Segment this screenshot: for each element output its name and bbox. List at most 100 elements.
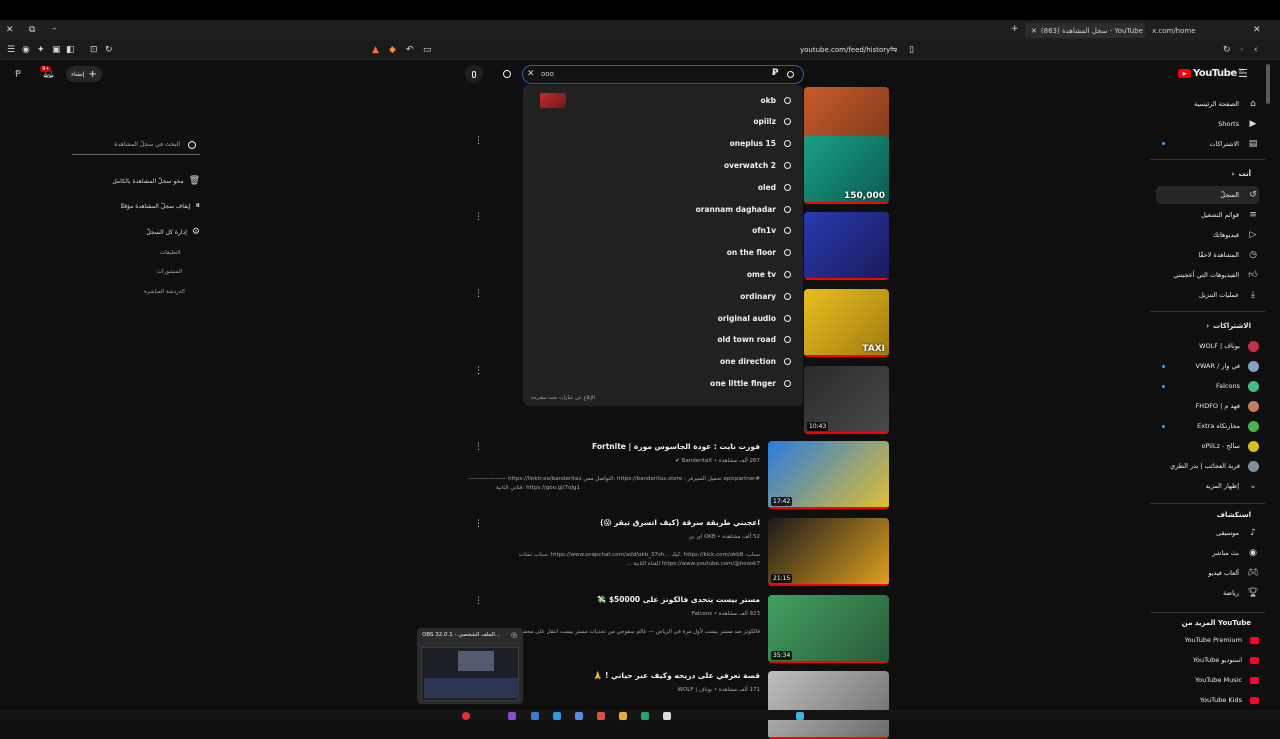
video-thumbnail[interactable]: TAXI xyxy=(804,289,889,357)
sidebar-item-you[interactable]: المشاهدة لاحقًا ◷ xyxy=(1156,246,1259,264)
screenshot-icon[interactable]: ⊡ xyxy=(90,45,98,55)
video-thumbnail[interactable]: 150,000 xyxy=(804,136,889,204)
app-icon[interactable] xyxy=(462,712,470,720)
sidebar-icon[interactable]: ◧ xyxy=(66,45,75,55)
history-search-field[interactable]: البحث في سجلّ المشاهدة xyxy=(72,135,200,155)
video-thumbnail[interactable] xyxy=(768,671,889,739)
app-icon[interactable] xyxy=(597,712,605,720)
search-suggestion[interactable]: overwatch 2 xyxy=(724,154,791,176)
tab-youtube-history[interactable]: ✕ YouTube - سجل المشاهدة (863) xyxy=(1025,23,1145,38)
sidebar-item-explore[interactable]: موسيقى ♪ xyxy=(1156,524,1259,542)
video-title[interactable]: مستر بيست يتحدى فالكونز على 50000$ 💸 xyxy=(597,595,760,604)
undo-icon[interactable]: ↶ xyxy=(406,45,414,55)
search-suggestion[interactable]: one little finger xyxy=(710,372,791,394)
search-suggestion[interactable]: okb xyxy=(760,89,791,111)
create-button[interactable]: إنشاء + xyxy=(66,66,102,82)
sidebar-item-you[interactable]: قوائم التشغيل ≡ xyxy=(1156,206,1259,224)
app-icon[interactable] xyxy=(553,712,561,720)
channel-name[interactable]: BanderitaX xyxy=(682,458,713,464)
video-thumbnail[interactable]: 35:34 xyxy=(768,595,889,663)
sidebar-item-explore[interactable]: رياضة 🏆︎ xyxy=(1156,584,1259,602)
obs-taskbar-preview[interactable]: OBS 32.0.1 - الملف الشخصي... ◎ xyxy=(417,628,523,704)
cast-icon[interactable]: ▭ xyxy=(423,45,432,55)
search-suggestion[interactable]: ofn1v xyxy=(752,220,791,242)
channel-name[interactable]: Falcons xyxy=(692,611,712,617)
sidebar-item-you[interactable]: فيديوهاتك ▷ xyxy=(1156,226,1259,244)
reader-icon[interactable]: ▣ xyxy=(52,45,61,55)
manage-history-button[interactable]: إدارة كل السجلّ ⚙︎ xyxy=(146,227,200,237)
report-suggestions-link[interactable]: الإبلاغ عن عبارات بحث مقترحة xyxy=(531,395,595,401)
channel-avatar-icon[interactable]: Ᵽ xyxy=(15,69,21,80)
more-actions-icon[interactable]: ⋮ xyxy=(474,442,483,452)
brave-rewards-icon[interactable]: ▲ xyxy=(372,45,379,55)
search-input[interactable]: ooo xyxy=(541,70,554,78)
shield-icon[interactable]: ◉ xyxy=(22,45,30,55)
app-icon[interactable] xyxy=(796,712,804,720)
sidebar-item-explore[interactable]: ألعاب فيديو 🎮︎ xyxy=(1156,564,1259,582)
app-icon[interactable] xyxy=(641,712,649,720)
clear-history-button[interactable]: محو سجلّ المشاهدة بالكامل 🗑︎ xyxy=(112,176,200,186)
minimize-window-icon[interactable]: – xyxy=(52,24,57,34)
more-actions-icon[interactable]: ⋮ xyxy=(474,289,483,299)
video-title[interactable]: قصة تعرفي على دريحه وكيف عبر حياتي ! 🙏 xyxy=(593,671,760,680)
restore-window-icon[interactable]: ⧉ xyxy=(29,25,35,35)
more-actions-icon[interactable]: ⋮ xyxy=(474,366,483,376)
page-settings-icon[interactable]: ⇋ xyxy=(890,45,898,55)
sidebar-item-subs[interactable]: في وار / VWAR xyxy=(1156,357,1259,375)
sidebar-item-explore[interactable]: بث مباشر ◉ xyxy=(1156,544,1259,562)
sidebar-item-subs[interactable]: قرية العجائب | بدر الطري xyxy=(1156,457,1259,475)
you-section-header[interactable]: › أنت xyxy=(1232,170,1251,178)
sidebar-item-main[interactable]: الاشتراكات ▤ xyxy=(1156,135,1259,153)
video-title[interactable]: فورت نايت : عودة الجاسوس مورة | Fortnite xyxy=(592,442,760,451)
sidebar-item-more[interactable]: استوديو YouTube xyxy=(1156,651,1259,669)
search-suggestion[interactable]: one direction xyxy=(720,351,791,373)
close-tab-icon[interactable]: ✕ xyxy=(1253,25,1261,35)
live-chat-link[interactable]: الدردشة المباشرة xyxy=(144,289,185,295)
back-icon[interactable]: ‹ xyxy=(1254,45,1258,55)
sidebar-item-you[interactable]: السجلّ ↺ xyxy=(1156,186,1259,204)
sidebar-item-you[interactable]: الفيديوهات التي أعجبتني 👍︎ xyxy=(1156,266,1259,284)
search-suggestion[interactable]: ordinary xyxy=(740,285,791,307)
history-search-input[interactable]: البحث في سجلّ المشاهدة xyxy=(114,141,180,148)
more-actions-icon[interactable]: ⋮ xyxy=(474,212,483,222)
sidebar-item-more[interactable]: YouTube Premium xyxy=(1156,631,1259,649)
search-suggestion[interactable]: oneplus 15 xyxy=(730,133,791,155)
app-icon[interactable] xyxy=(663,712,671,720)
search-suggestion[interactable]: original audio xyxy=(718,307,791,329)
more-actions-icon[interactable]: ⋮ xyxy=(474,519,483,529)
new-tab-icon[interactable]: + xyxy=(1011,24,1019,34)
subscriptions-section-header[interactable]: › الاشتراكات xyxy=(1206,322,1251,330)
address-bar[interactable]: youtube.com/feed/history xyxy=(800,46,890,54)
app-icon[interactable] xyxy=(575,712,583,720)
pause-history-button[interactable]: إيقاف سجلّ المشاهدة مؤقتًا ⏸︎ xyxy=(120,201,200,211)
sidebar-item-main[interactable]: Shorts ▶ xyxy=(1156,115,1259,133)
video-thumbnail[interactable]: 21:15 xyxy=(768,518,889,586)
search-suggestion[interactable]: oled xyxy=(758,176,791,198)
comments-link[interactable]: التعليقات xyxy=(160,250,181,256)
forward-icon[interactable]: › xyxy=(1240,45,1244,55)
search-suggestion[interactable]: opiilz xyxy=(753,111,791,133)
sidebar-item-more[interactable]: YouTube Kids xyxy=(1156,691,1259,709)
bookmark-icon[interactable]: ▯ xyxy=(909,45,914,55)
sidebar-item-main[interactable]: الصفحة الرئيسية ⌂ xyxy=(1156,95,1259,113)
close-window-icon[interactable]: ✕ xyxy=(6,25,14,35)
sidebar-item-subs[interactable]: فهد م | FHDFO xyxy=(1156,397,1259,415)
menu-icon[interactable]: ☰ xyxy=(7,45,15,55)
search-suggestion[interactable]: orannam daghadar xyxy=(696,198,791,220)
video-thumbnail[interactable]: 17:42 xyxy=(768,441,889,509)
channel-name[interactable]: بوناف | WOLF xyxy=(678,687,713,693)
search-suggestion[interactable]: on the floor xyxy=(727,242,791,264)
search-suggestion[interactable]: ome tv xyxy=(747,263,791,285)
posts-link[interactable]: المنشورات xyxy=(157,269,182,275)
more-actions-icon[interactable]: ⋮ xyxy=(474,136,483,146)
video-title[interactable]: اعجبني طريقة سرقة (كيف اتسرق تيقر 😱) xyxy=(600,518,760,527)
channel-name[interactable]: OKB اي بي xyxy=(688,534,715,540)
sidebar-item-subs[interactable]: بوناف | WOLF xyxy=(1156,337,1259,355)
clear-search-icon[interactable]: ✕ xyxy=(527,69,535,79)
sync-icon[interactable]: ↻ xyxy=(105,45,113,55)
sidebar-item-more[interactable]: YouTube Music xyxy=(1156,671,1259,689)
show-more-button[interactable]: إظهار المزيد ⌄ xyxy=(1156,477,1259,495)
app-icon[interactable] xyxy=(531,712,539,720)
page-scrollbar[interactable] xyxy=(1266,64,1270,104)
search-suggestion[interactable]: old town road xyxy=(717,329,791,351)
